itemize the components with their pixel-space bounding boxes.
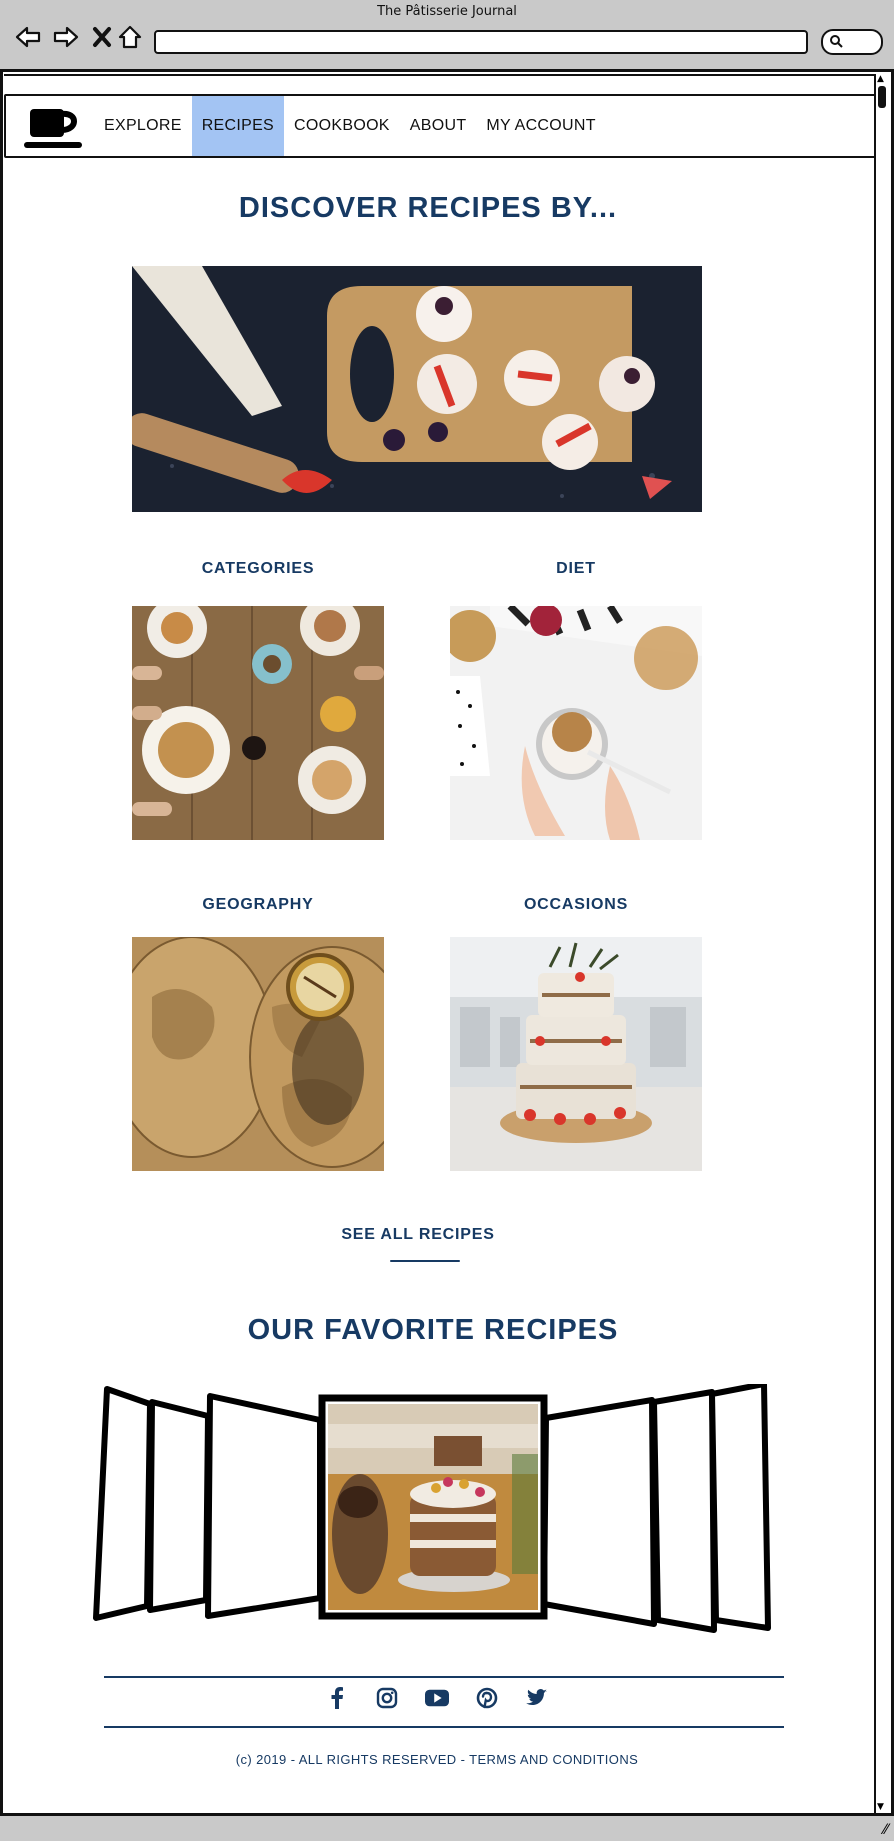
arrow-right-icon[interactable] — [50, 22, 82, 52]
occasions-image[interactable] — [450, 937, 702, 1171]
coffee-cup-icon[interactable] — [22, 106, 86, 152]
twitter-icon[interactable] — [525, 1686, 549, 1710]
footer-bottom-rule — [104, 1726, 784, 1728]
footer-top-rule — [104, 1676, 784, 1678]
carousel-slide-right-3[interactable] — [541, 1397, 657, 1627]
categories-image[interactable] — [132, 606, 384, 840]
category-label-occasions[interactable]: OCCASIONS — [450, 896, 702, 914]
arrow-left-icon[interactable] — [12, 22, 44, 52]
home-icon[interactable] — [114, 22, 146, 52]
browser-titlebar: The Pâtisserie Journal — [0, 0, 894, 72]
window-frame-left — [0, 72, 3, 1813]
category-label-diet[interactable]: DIET — [450, 560, 702, 578]
search-icon — [830, 35, 843, 48]
window-title: The Pâtisserie Journal — [377, 4, 517, 19]
social-links — [0, 1686, 874, 1710]
main-nav: EXPLORE RECIPES COOKBOOK ABOUT MY ACCOUN… — [94, 96, 606, 156]
site-header: EXPLORE RECIPES COOKBOOK ABOUT MY ACCOUN… — [4, 94, 876, 158]
pinterest-icon[interactable] — [475, 1686, 499, 1710]
carousel-slide-left-3[interactable] — [205, 1393, 323, 1619]
scroll-thumb[interactable] — [878, 86, 886, 108]
carousel-slide-left-2[interactable] — [147, 1399, 211, 1613]
diet-image[interactable] — [450, 606, 702, 840]
nav-explore[interactable]: EXPLORE — [94, 96, 192, 156]
carousel-slide-right-1[interactable] — [709, 1381, 771, 1631]
geography-image[interactable] — [132, 937, 384, 1171]
vertical-scrollbar[interactable]: ▲ ▼ — [874, 74, 888, 1813]
nav-recipes[interactable]: RECIPES — [191, 96, 285, 156]
footer-copyright[interactable]: (c) 2019 - ALL RIGHTS RESERVED - TERMS A… — [0, 1752, 874, 1767]
see-all-underline — [390, 1260, 460, 1262]
url-input[interactable] — [154, 30, 808, 54]
favorites-heading: OUR FAVORITE RECIPES — [247, 1314, 619, 1346]
browser-search-field[interactable] — [821, 29, 883, 55]
category-label-geography[interactable]: GEOGRAPHY — [132, 896, 384, 914]
instagram-icon[interactable] — [375, 1686, 399, 1710]
carousel-slide-left-1[interactable] — [93, 1386, 153, 1621]
favorites-carousel[interactable] — [92, 1381, 772, 1634]
carousel-slide-right-2[interactable] — [651, 1389, 717, 1633]
nav-my-account[interactable]: MY ACCOUNT — [476, 96, 605, 156]
scroll-down-icon[interactable]: ▼ — [877, 1803, 884, 1812]
category-label-categories[interactable]: CATEGORIES — [132, 560, 384, 578]
resize-handle-icon[interactable]: ⁄⁄ — [883, 1822, 888, 1838]
youtube-icon[interactable] — [425, 1686, 449, 1710]
see-all-recipes-link[interactable]: SEE ALL RECIPES — [0, 1226, 836, 1244]
carousel-slide-active[interactable] — [318, 1394, 548, 1620]
scroll-up-icon[interactable]: ▲ — [877, 75, 884, 84]
hero-image[interactable] — [132, 266, 702, 512]
header-top-rule — [4, 74, 874, 76]
facebook-icon[interactable] — [325, 1686, 349, 1710]
browser-statusbar: ⁄⁄ — [0, 1813, 894, 1841]
page-title: DISCOVER RECIPES BY... — [238, 192, 618, 224]
nav-about[interactable]: ABOUT — [400, 96, 477, 156]
nav-cookbook[interactable]: COOKBOOK — [284, 96, 400, 156]
